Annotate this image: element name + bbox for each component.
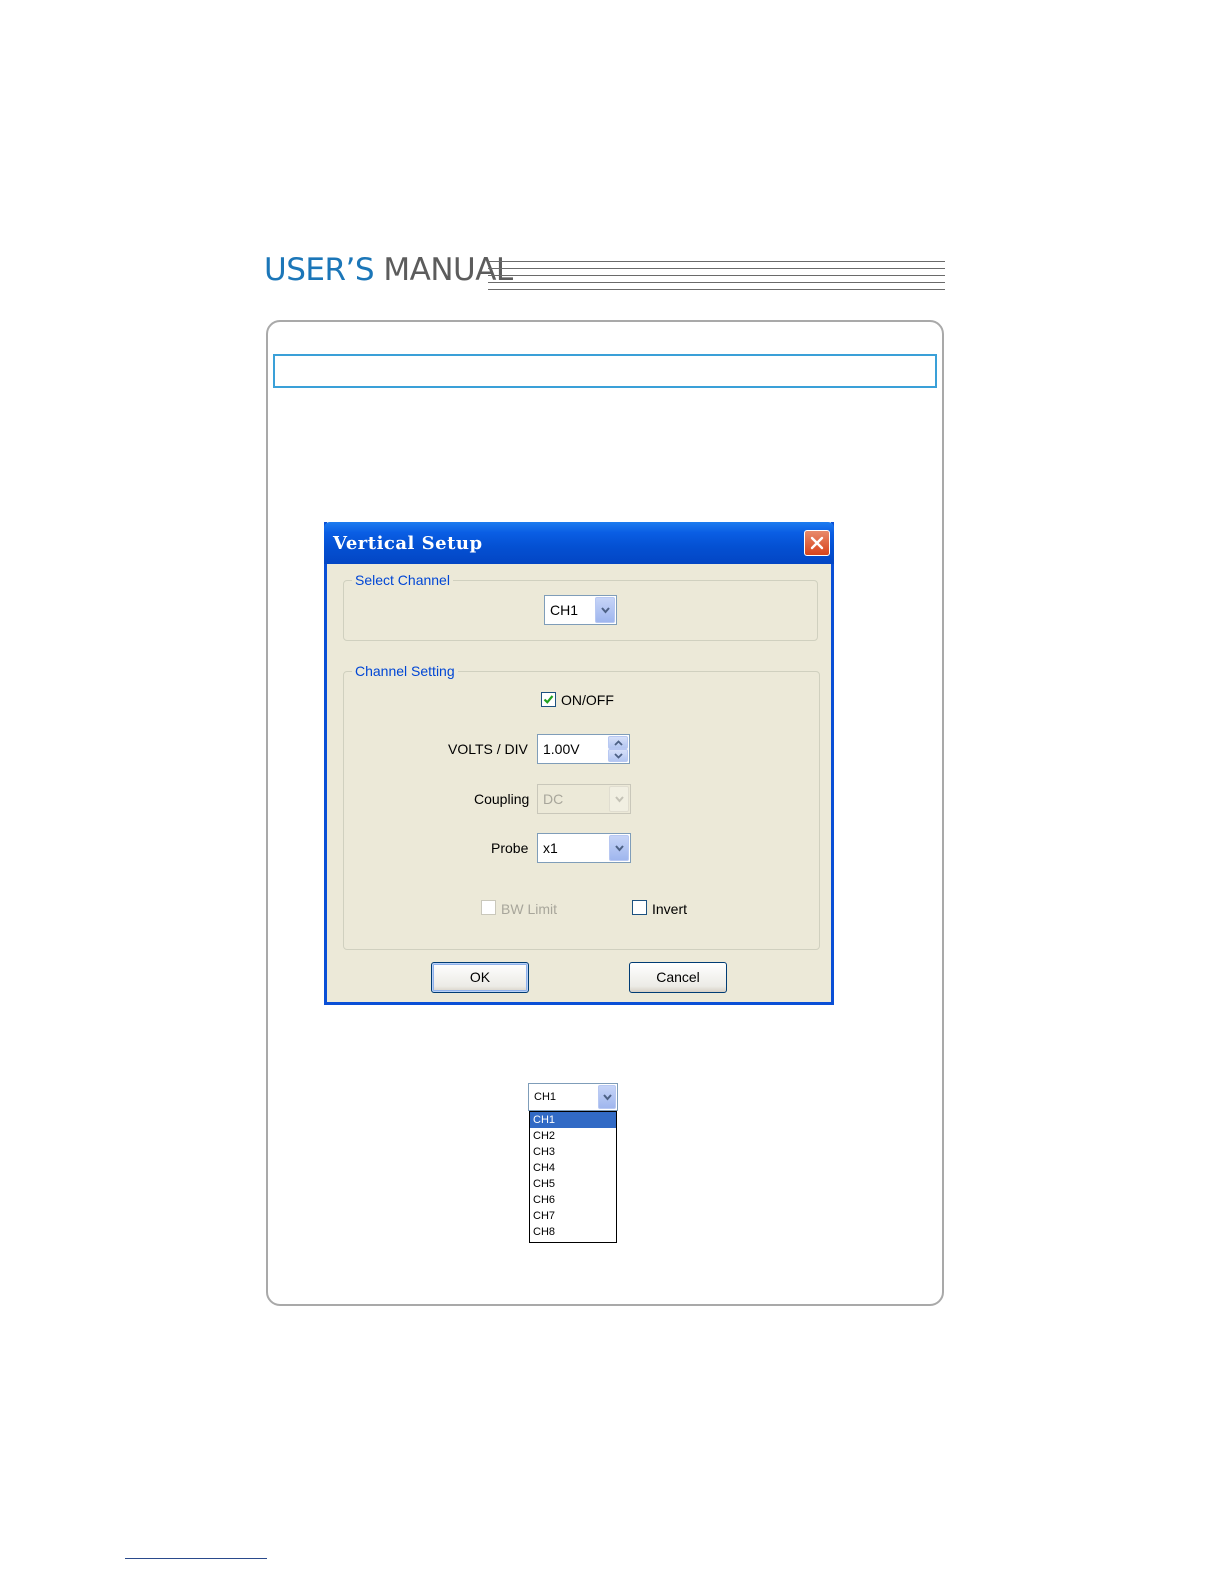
probe-value: x1: [543, 840, 558, 856]
close-button[interactable]: [804, 530, 830, 556]
dropdown-option[interactable]: CH8: [530, 1224, 616, 1240]
onoff-label: ON/OFF: [561, 692, 614, 708]
volts-div-spinner[interactable]: 1.00V: [537, 734, 630, 764]
section-heading-bar: [273, 354, 937, 388]
volts-div-label: VOLTS / DIV: [448, 741, 528, 757]
spin-down-button[interactable]: [608, 749, 628, 762]
dropdown-value: CH1: [534, 1091, 557, 1103]
dialog-titlebar[interactable]: Vertical Setup: [324, 522, 834, 564]
select-channel-label: Select Channel: [352, 571, 453, 589]
footer-rule: [125, 1558, 267, 1559]
dropdown-option[interactable]: CH5: [530, 1176, 616, 1192]
chevron-up-icon: [614, 740, 623, 746]
coupling-select: DC: [537, 784, 631, 814]
channel-dropdown-expanded: CH1 CH1 CH2 CH3 CH4 CH5 CH6 CH7 CH8: [528, 1083, 618, 1243]
dropdown-option[interactable]: CH1: [530, 1112, 616, 1128]
channel-select-value: CH1: [550, 602, 579, 618]
bw-limit-checkbox: [481, 900, 496, 915]
probe-select[interactable]: x1: [537, 833, 631, 863]
invert-checkbox[interactable]: [632, 900, 647, 915]
chevron-down-icon: [614, 753, 623, 759]
channel-select[interactable]: CH1: [544, 595, 617, 625]
dropdown-option[interactable]: CH2: [530, 1128, 616, 1144]
header-rules: [488, 261, 945, 293]
dropdown-list: CH1 CH2 CH3 CH4 CH5 CH6 CH7 CH8: [529, 1111, 617, 1243]
chevron-down-icon: [609, 786, 629, 812]
dropdown-option[interactable]: CH6: [530, 1192, 616, 1208]
vertical-setup-dialog: Vertical Setup Select Channel CH1 Channe…: [324, 522, 834, 1005]
coupling-value: DC: [543, 791, 564, 807]
ok-button[interactable]: OK: [431, 962, 529, 993]
close-icon: [810, 536, 824, 550]
cancel-button[interactable]: Cancel: [629, 962, 727, 993]
manual-title-users: USER’S: [264, 252, 375, 288]
dropdown-combo[interactable]: CH1: [528, 1083, 618, 1111]
dropdown-option[interactable]: CH4: [530, 1160, 616, 1176]
chevron-down-icon[interactable]: [595, 597, 615, 623]
manual-title: USER’S MANUAL: [264, 250, 513, 290]
checkmark-icon: [543, 695, 554, 704]
dropdown-option[interactable]: CH3: [530, 1144, 616, 1160]
bw-limit-label: BW Limit: [501, 901, 557, 917]
volts-div-value: 1.00V: [543, 741, 580, 757]
dropdown-option[interactable]: CH7: [530, 1208, 616, 1224]
coupling-label: Coupling: [474, 791, 530, 807]
probe-label: Probe: [491, 840, 529, 856]
invert-label: Invert: [652, 901, 688, 917]
onoff-checkbox[interactable]: [541, 692, 556, 707]
chevron-down-icon[interactable]: [609, 835, 629, 861]
chevron-down-icon[interactable]: [598, 1085, 616, 1109]
channel-setting-label: Channel Setting: [352, 662, 458, 680]
spin-up-button[interactable]: [608, 736, 628, 749]
dialog-title: Vertical Setup: [333, 533, 483, 554]
